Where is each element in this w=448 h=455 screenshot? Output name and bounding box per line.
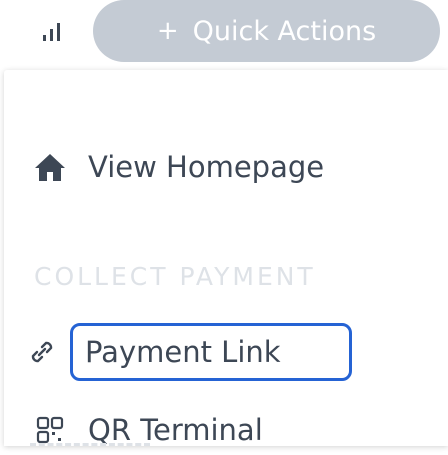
quick-actions-button[interactable]: + Quick Actions	[93, 0, 440, 62]
menu-item-view-homepage[interactable]: View Homepage	[30, 142, 324, 192]
menu-item-payment-link[interactable]: Payment Link	[22, 323, 352, 381]
signal-bars-icon	[43, 23, 60, 41]
menu-item-qr-terminal[interactable]: QR Terminal	[30, 405, 263, 455]
link-icon	[22, 337, 62, 367]
menu-item-label: QR Terminal	[88, 413, 263, 447]
qr-code-icon	[30, 415, 70, 445]
payment-link-focus-box[interactable]: Payment Link	[70, 323, 352, 381]
quick-actions-label: Quick Actions	[192, 15, 377, 47]
menu-item-label: Payment Link	[85, 335, 281, 369]
quick-actions-menu	[4, 70, 448, 446]
home-icon	[30, 152, 70, 182]
section-header-collect-payment: COLLECT PAYMENT	[34, 262, 316, 291]
menu-item-label: View Homepage	[88, 150, 325, 184]
plus-icon: +	[156, 16, 179, 46]
